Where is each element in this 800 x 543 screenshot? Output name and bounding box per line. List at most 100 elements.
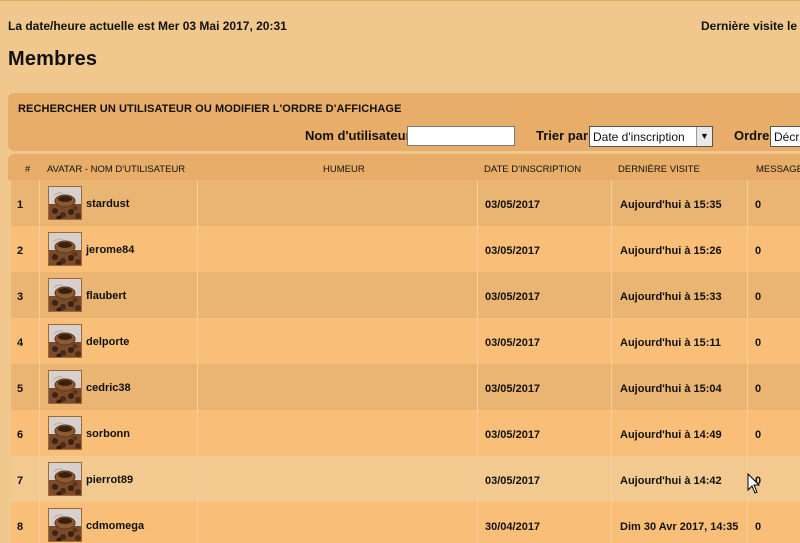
- signup-date: 30/04/2017: [485, 521, 541, 533]
- column-divider: [477, 272, 478, 318]
- column-divider: [197, 226, 198, 272]
- avatar[interactable]: [48, 324, 82, 358]
- avatar[interactable]: [48, 508, 82, 542]
- message-count: 0: [755, 291, 762, 303]
- signup-date: 03/05/2017: [485, 291, 541, 303]
- signup-date: 03/05/2017: [485, 337, 541, 349]
- avatar[interactable]: [48, 462, 82, 496]
- column-divider: [477, 226, 478, 272]
- search-panel-heading: RECHERCHER UN UTILISATEUR OU MODIFIER L'…: [18, 103, 402, 115]
- top-bar: La date/heure actuelle est Mer 03 Mai 20…: [0, 0, 800, 47]
- header-signup-date[interactable]: DATE D'INSCRIPTION: [484, 164, 581, 175]
- coffee-avatar-icon: [49, 233, 81, 265]
- member-rank: 4: [17, 337, 24, 349]
- column-divider: [611, 180, 612, 226]
- current-datetime: La date/heure actuelle est Mer 03 Mai 20…: [8, 19, 287, 33]
- sort-by-value: Date d'inscription: [593, 130, 685, 144]
- chevron-down-icon[interactable]: ▼: [696, 127, 712, 146]
- coffee-avatar-icon: [49, 417, 81, 449]
- column-divider: [197, 272, 198, 318]
- column-divider: [197, 456, 198, 502]
- signup-date: 03/05/2017: [485, 245, 541, 257]
- username-link[interactable]: pierrot89: [86, 474, 133, 486]
- column-divider: [39, 410, 40, 456]
- order-select[interactable]: Décr: [770, 126, 800, 147]
- header-last-visit[interactable]: DERNIÈRE VISITE: [618, 164, 700, 175]
- signup-date: 03/05/2017: [485, 475, 541, 487]
- header-mood: HUMEUR: [323, 164, 365, 175]
- username-search-input[interactable]: [407, 126, 515, 146]
- column-divider: [477, 180, 478, 226]
- column-divider: [747, 272, 748, 318]
- header-rank: #: [25, 164, 31, 175]
- coffee-avatar-icon: [49, 509, 81, 541]
- table-row: 5 cedric38 03/05/2017 Aujourd'hui à 15:04 0: [11, 364, 800, 410]
- column-divider: [39, 364, 40, 410]
- sort-by-select[interactable]: Date d'inscription ▼: [589, 126, 713, 147]
- header-messages[interactable]: MESSAGE: [756, 164, 800, 175]
- signup-date: 03/05/2017: [485, 429, 541, 441]
- message-count: 0: [755, 337, 762, 349]
- column-divider: [611, 456, 612, 502]
- member-rank: 2: [17, 245, 24, 257]
- column-divider: [611, 410, 612, 456]
- username-link[interactable]: sorbonn: [86, 428, 130, 440]
- column-divider: [611, 318, 612, 364]
- username-link[interactable]: cedric38: [86, 382, 131, 394]
- order-value: Décr: [774, 130, 800, 144]
- username-link[interactable]: flaubert: [86, 290, 126, 302]
- message-count: 0: [755, 383, 762, 395]
- column-divider: [747, 226, 748, 272]
- table-header: # AVATAR - NOM D'UTILISATEUR HUMEUR DATE…: [8, 154, 800, 180]
- column-divider: [477, 502, 478, 543]
- header-avatar-username[interactable]: AVATAR - NOM D'UTILISATEUR: [47, 164, 185, 175]
- column-divider: [747, 410, 748, 456]
- table-row: 6 sorbonn 03/05/2017 Aujourd'hui à 14:49 0: [11, 410, 800, 456]
- username-label: Nom d'utilisateur: [305, 128, 411, 143]
- coffee-avatar-icon: [49, 187, 81, 219]
- last-visit: Dim 30 Avr 2017, 14:35: [620, 521, 739, 533]
- avatar[interactable]: [48, 232, 82, 266]
- column-divider: [39, 456, 40, 502]
- column-divider: [747, 318, 748, 364]
- column-divider: [39, 180, 40, 226]
- username-link[interactable]: delporte: [86, 336, 129, 348]
- avatar[interactable]: [48, 186, 82, 220]
- column-divider: [477, 456, 478, 502]
- table-row: 1 stardust 03/05/2017 Aujourd'hui à 15:35 0: [11, 180, 800, 226]
- coffee-avatar-icon: [49, 371, 81, 403]
- column-divider: [197, 364, 198, 410]
- column-divider: [197, 410, 198, 456]
- last-visit: Aujourd'hui à 14:49: [620, 429, 722, 441]
- column-divider: [477, 410, 478, 456]
- member-rank: 8: [17, 521, 24, 533]
- avatar[interactable]: [48, 416, 82, 450]
- message-count: 0: [755, 521, 762, 533]
- members-table: # AVATAR - NOM D'UTILISATEUR HUMEUR DATE…: [8, 154, 800, 543]
- mouse-pointer-icon: [747, 473, 761, 494]
- column-divider: [197, 502, 198, 543]
- coffee-avatar-icon: [49, 463, 81, 495]
- member-rank: 1: [17, 199, 24, 211]
- column-divider: [477, 364, 478, 410]
- table-row: 2 jerome84 03/05/2017 Aujourd'hui à 15:26 0: [11, 226, 800, 272]
- column-divider: [39, 502, 40, 543]
- message-count: 0: [755, 199, 762, 211]
- message-count: 0: [755, 245, 762, 257]
- member-rank: 3: [17, 291, 24, 303]
- username-link[interactable]: stardust: [86, 198, 129, 210]
- username-link[interactable]: cdmomega: [86, 520, 144, 532]
- column-divider: [477, 318, 478, 364]
- table-row: 7 pierrot89 03/05/2017 Aujourd'hui à 14:42 0: [11, 456, 800, 502]
- avatar[interactable]: [48, 278, 82, 312]
- column-divider: [39, 272, 40, 318]
- username-link[interactable]: jerome84: [86, 244, 134, 256]
- column-divider: [611, 226, 612, 272]
- column-divider: [611, 272, 612, 318]
- avatar[interactable]: [48, 370, 82, 404]
- table-row: 8 cdmomega 30/04/2017 Dim 30 Avr 2017, 14:3…: [11, 502, 800, 543]
- table-row: 3 flaubert 03/05/2017 Aujourd'hui à 15:33 0: [11, 272, 800, 318]
- message-count: 0: [755, 429, 762, 441]
- column-divider: [611, 502, 612, 543]
- column-divider: [197, 318, 198, 364]
